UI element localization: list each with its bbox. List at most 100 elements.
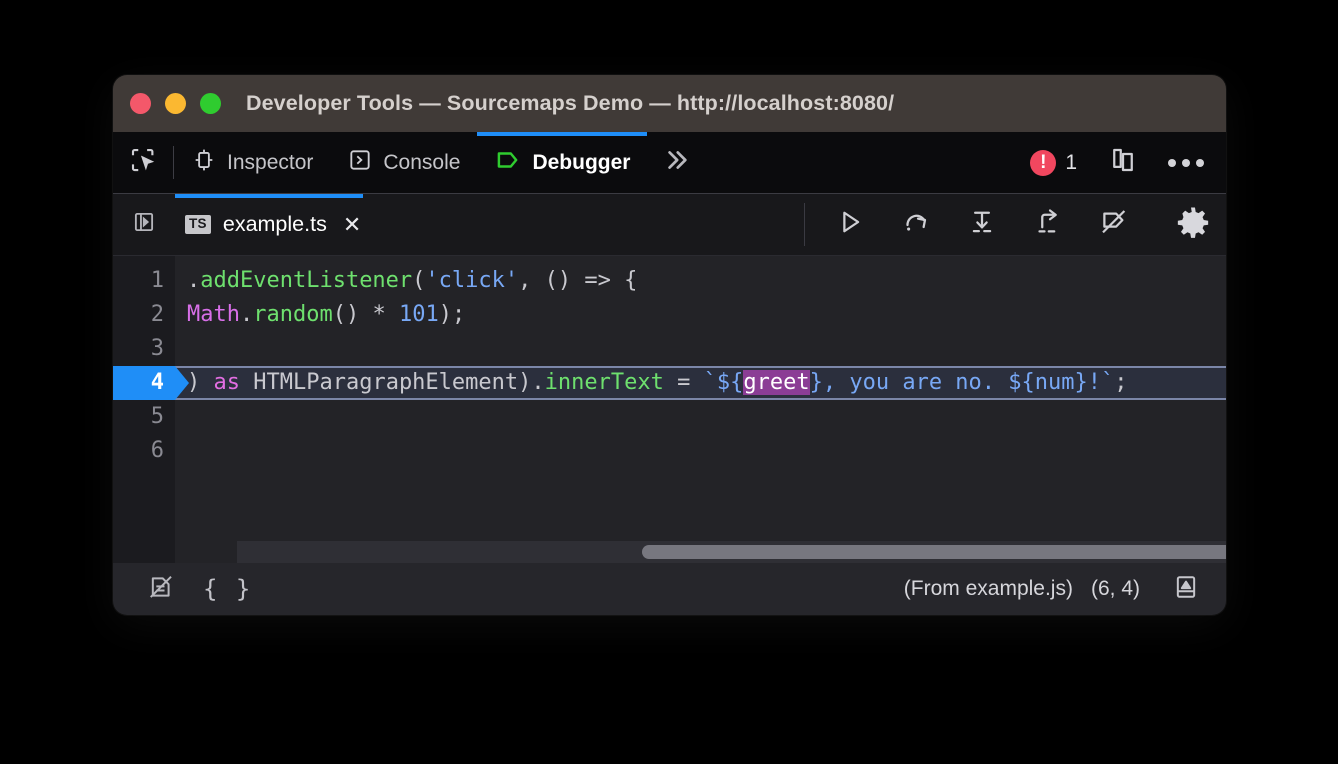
paused-line-marker[interactable]: 4 [113,366,175,400]
code-token: Math [187,302,240,327]
code-token: ; [1114,370,1127,395]
typescript-file-icon: TS [185,215,211,234]
code-line-2: Math.random() * 101); [175,298,1226,332]
toggle-sources-pane-button[interactable] [113,194,175,255]
debugger-controls [804,194,1226,255]
error-count-label: 1 [1065,151,1077,175]
code-token: = [664,370,704,395]
code-token: addEventListener [200,268,412,293]
debugger-tag-icon [494,146,522,180]
line-number[interactable]: 2 [113,298,175,332]
code-token: `${ [704,370,744,395]
code-token: () [333,302,373,327]
maximize-button[interactable] [200,93,221,114]
console-icon [347,147,373,179]
tab-console-label: Console [383,151,460,175]
file-tab-label: example.ts [223,212,327,237]
code-token: . [240,302,253,327]
original-source-label: (From example.js) [904,577,1073,601]
window-controls [130,93,221,114]
breakpoints-disabled-icon [1099,207,1129,242]
cursor-position-label: (6, 4) [1091,577,1140,601]
code-line-4-paused: ) as HTMLParagraphElement).innerText = `… [175,366,1226,400]
code-token: , () => { [518,268,637,293]
more-options-icon-dot3 [1196,159,1204,167]
step-in-down-arrow-icon [967,207,997,242]
sources-toolbar: TS example.ts ✕ [113,194,1226,256]
tab-inspector-label: Inspector [227,151,313,175]
inspector-icon [191,147,217,179]
more-tools-button[interactable] [647,132,705,193]
deactivate-breakpoints-button[interactable] [1081,207,1147,242]
code-line-3 [175,332,1226,366]
play-triangle-icon [835,207,865,242]
element-picker-button[interactable] [113,132,173,193]
source-map-disabled-icon [147,573,175,606]
code-token: innerText [545,370,664,395]
code-token: random [253,302,332,327]
chevron-double-right-icon [661,146,691,179]
sources-statusbar: { } (From example.js) (6, 4) [113,563,1226,615]
element-picker-icon [128,145,158,180]
more-options-icon-dot2 [1182,159,1190,167]
tab-inspector[interactable]: Inspector [174,132,330,193]
code-token: . [531,370,544,395]
line-number[interactable]: 6 [113,434,175,468]
split-console-button[interactable] [1158,573,1214,606]
minimize-button[interactable] [165,93,186,114]
code-token: }, you are no. ${num}!` [810,370,1115,395]
pretty-print-button[interactable]: { } [189,563,266,615]
code-token [386,302,399,327]
step-in-button[interactable] [949,207,1015,242]
line-number[interactable]: 3 [113,332,175,366]
code-token: HTMLParagraphElement) [240,370,531,395]
tab-console[interactable]: Console [330,132,477,193]
responsive-design-mode-button[interactable] [1092,145,1154,180]
line-number-gutter: 1 2 3 4 5 6 [113,256,175,563]
step-out-up-arrow-icon [1033,207,1063,242]
pretty-print-icon: { } [203,575,252,603]
source-editor: 1 2 3 4 5 6 .addEventListener('click', (… [113,256,1226,563]
code-token: as [214,370,241,395]
window-titlebar: Developer Tools — Sourcemaps Demo — http… [113,75,1226,132]
horizontal-scrollbar[interactable] [237,541,1226,563]
file-tab-example-ts[interactable]: TS example.ts ✕ [175,194,377,255]
line-number[interactable]: 5 [113,400,175,434]
tab-debugger-label: Debugger [532,151,630,175]
error-count-badge[interactable]: ! 1 [1016,150,1091,176]
close-icon[interactable]: ✕ [343,214,361,236]
code-token: ( [412,268,425,293]
toggle-sources-pane-icon [131,209,157,240]
step-over-button[interactable] [883,207,949,242]
debugger-settings-button[interactable] [1160,205,1226,244]
responsive-design-mode-icon [1108,145,1138,180]
code-token: . [187,268,200,293]
step-out-button[interactable] [1015,207,1081,242]
more-options-button[interactable] [1154,159,1212,167]
more-options-icon [1168,159,1176,167]
window-title: Developer Tools — Sourcemaps Demo — http… [246,91,894,116]
horizontal-scrollbar-thumb[interactable] [642,545,1226,559]
error-exclamation-icon: ! [1030,150,1056,176]
split-console-icon [1172,573,1200,606]
code-token: ); [439,302,466,327]
code-token: ) [187,370,214,395]
code-token: 'click' [425,268,518,293]
devtools-toolbar: Inspector Console [113,132,1226,194]
gear-icon [1176,205,1210,244]
screen: Developer Tools — Sourcemaps Demo — http… [0,0,1338,764]
step-over-arc-icon [901,207,931,242]
code-line-5 [175,400,1226,434]
sources-divider [804,203,805,246]
source-map-toggle-button[interactable] [133,563,189,615]
code-token: 101 [399,302,439,327]
code-token: greet [743,370,809,395]
resume-button[interactable] [817,207,883,242]
close-button[interactable] [130,93,151,114]
devtools-window: Developer Tools — Sourcemaps Demo — http… [113,75,1226,615]
code-token: * [372,302,385,327]
code-line-6 [175,434,1226,468]
tab-debugger[interactable]: Debugger [477,132,647,193]
line-number[interactable]: 1 [113,264,175,298]
code-content[interactable]: .addEventListener('click', () => { Math.… [175,256,1226,563]
